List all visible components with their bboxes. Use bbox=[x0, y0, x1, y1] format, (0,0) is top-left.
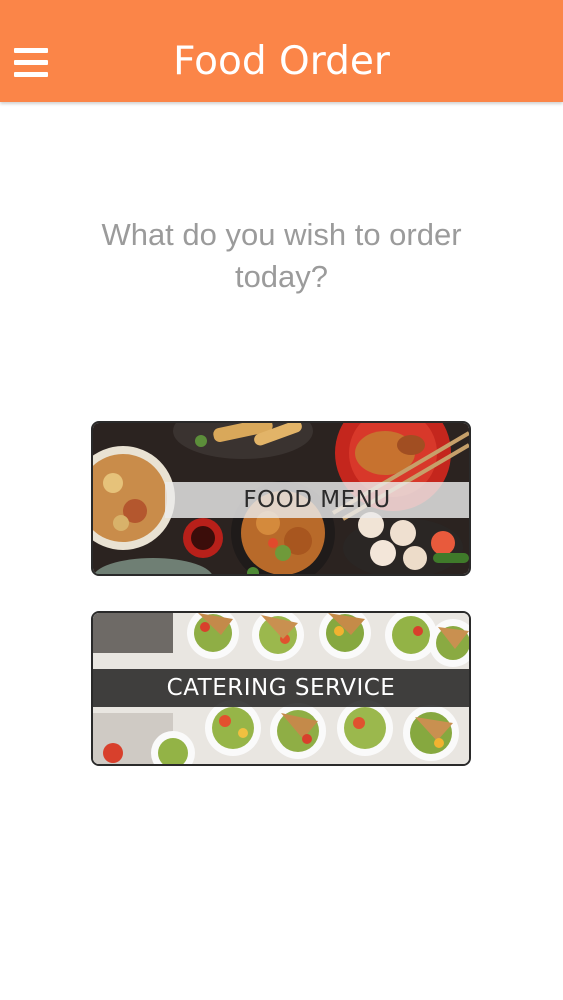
catering-service-button[interactable]: CATERING SERVICE bbox=[91, 611, 471, 766]
catering-service-label: CATERING SERVICE bbox=[93, 669, 469, 707]
food-menu-button[interactable]: FOOD MENU bbox=[91, 421, 471, 576]
app-bar: Food Order bbox=[0, 0, 563, 102]
food-menu-label: FOOD MENU bbox=[165, 482, 469, 518]
order-prompt: What do you wish to order today? bbox=[101, 217, 462, 294]
app-title: Food Order bbox=[173, 39, 390, 84]
